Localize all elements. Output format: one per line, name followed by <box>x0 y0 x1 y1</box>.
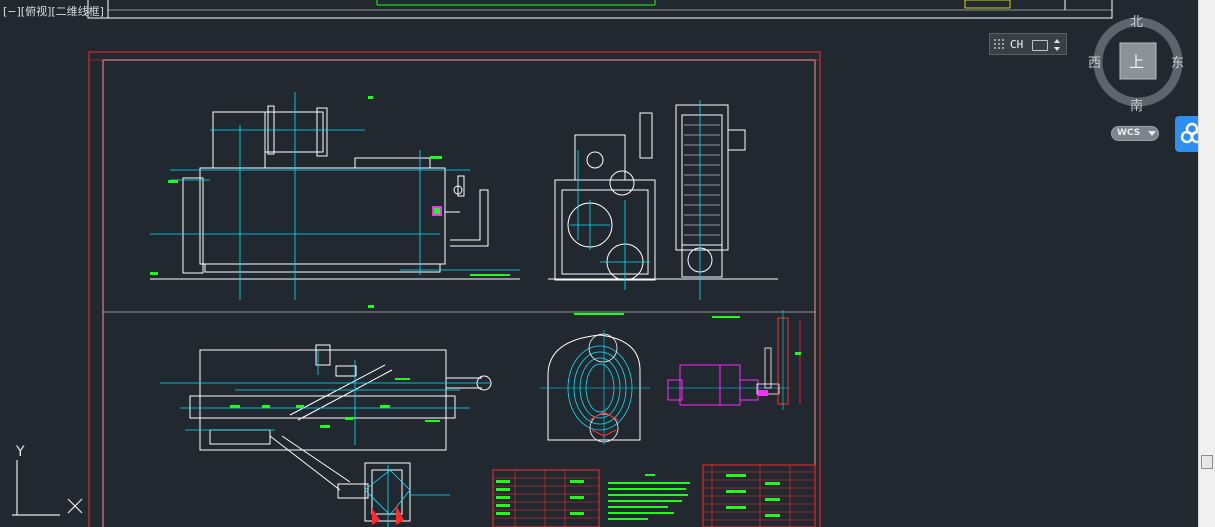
viewcube-west[interactable]: 西 <box>1088 52 1101 71</box>
grip-icon[interactable] <box>992 37 1006 51</box>
wcs-menu-button[interactable]: WCS <box>1111 126 1159 141</box>
boiler-side-elevation <box>150 105 520 280</box>
boiler-end-view <box>548 104 778 281</box>
keyboard-icon[interactable] <box>1032 40 1048 51</box>
section-view <box>540 313 650 445</box>
chevron-down-icon <box>1148 131 1156 136</box>
scrollbar-thumb[interactable] <box>1201 455 1213 469</box>
parts-table <box>492 469 600 527</box>
boiler-drawing[interactable] <box>0 0 1198 527</box>
system-schematic <box>667 310 801 410</box>
end-view-tubes <box>684 124 720 236</box>
plan-view-annotations <box>230 305 440 428</box>
title-block <box>702 464 816 527</box>
end-view-axes <box>570 100 701 300</box>
viewcube-face-label[interactable]: 上 <box>1129 51 1144 72</box>
model-space-viewport[interactable]: [−][俯视][二维线框] CH 北 南 东 西 上 WCS Y <box>0 0 1198 527</box>
viewcube-east[interactable]: 东 <box>1171 52 1184 71</box>
vertical-scrollbar[interactable] <box>1198 0 1215 527</box>
sheet-frame <box>88 51 821 527</box>
ime-language[interactable]: CH <box>1010 38 1023 51</box>
ucs-icon: Y <box>12 444 83 516</box>
previous-sheet-edge <box>87 0 1113 19</box>
wcs-label: WCS <box>1117 128 1141 138</box>
ime-toolbar[interactable]: CH <box>989 33 1067 55</box>
ucs-y-label: Y <box>15 444 25 460</box>
technical-notes <box>608 474 690 520</box>
viewcube[interactable]: 北 南 东 西 上 <box>1088 11 1186 114</box>
ime-options-icon[interactable] <box>1052 36 1062 54</box>
viewport-controls-label[interactable]: [−][俯视][二维线框] <box>3 5 104 19</box>
viewcube-south[interactable]: 南 <box>1130 95 1143 114</box>
viewcube-north[interactable]: 北 <box>1130 11 1143 30</box>
